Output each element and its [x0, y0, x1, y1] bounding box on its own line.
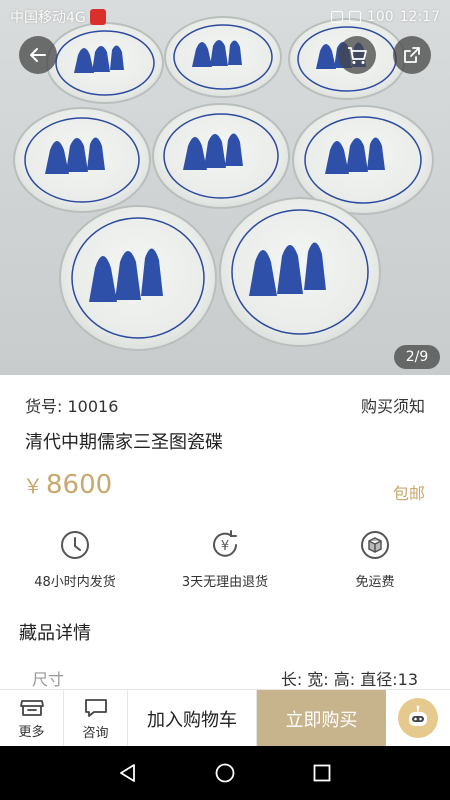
clock-icon [61, 531, 89, 559]
product-title: 清代中期儒家三圣图瓷碟 [25, 432, 223, 453]
more-button[interactable]: 更多 [0, 690, 64, 747]
nav-recents-icon[interactable] [311, 762, 333, 784]
service-label: 48小时内发货 [34, 575, 116, 590]
product-photo-gallery[interactable]: 中国移动4G 100 12:17 2/9 [0, 0, 450, 375]
service-label: 免运费 [355, 575, 395, 590]
purchase-notice-link[interactable]: 购买须知 [361, 393, 425, 417]
currency-symbol: ￥ [23, 474, 43, 498]
app-notification-icon [89, 9, 106, 25]
detail-value: 长: 宽: 高: 直径:13 [280, 670, 418, 689]
sku-row: 货号: 10016 购买须知 [25, 393, 425, 417]
svg-text:¥: ¥ [221, 539, 229, 554]
detail-row-size: 尺寸 长: 宽: 高: 直径:13 [32, 666, 418, 690]
box-icon [361, 531, 389, 559]
consult-button[interactable]: 咨询 [64, 690, 128, 747]
consult-label: 咨询 [82, 725, 109, 741]
assistant-button[interactable] [386, 690, 450, 746]
gallery-page-indicator: 2/9 [394, 345, 440, 369]
arrow-left-icon [30, 48, 46, 62]
nav-home-icon[interactable] [214, 762, 236, 784]
service-label: 3天无理由退货 [181, 575, 269, 590]
system-nav-bar [0, 746, 450, 800]
yuan-return-icon: ¥ [213, 530, 237, 557]
free-shipping-label: 包邮 [392, 484, 425, 503]
plate [59, 205, 217, 351]
product-detail-screen: 中国移动4G 100 12:17 2/9 货号: 10016 购买须知 清代中期… [0, 0, 450, 800]
wifi-icon [348, 11, 361, 23]
service-item-freight: 免运费 [300, 528, 450, 592]
chat-bubble-icon [84, 698, 107, 717]
product-image [13, 16, 434, 351]
plate [46, 22, 164, 104]
store-icon [19, 699, 44, 716]
robot-assistant-icon [398, 698, 438, 738]
share-icon [404, 47, 420, 63]
sku-label: 货号: 10016 [25, 397, 119, 416]
share-button[interactable] [393, 36, 431, 74]
service-guarantees: 48小时内发货 ¥ 3天无理由退货 免运费 [0, 528, 450, 592]
plate [219, 197, 381, 347]
back-button[interactable] [19, 36, 57, 74]
nav-back-icon[interactable] [117, 762, 139, 784]
plate [13, 107, 151, 213]
buy-now-button[interactable]: 立即购买 [257, 690, 386, 747]
carrier-label: 中国移动4G [10, 10, 86, 26]
plate [292, 105, 434, 215]
more-label: 更多 [18, 724, 45, 740]
price: ￥ 8600 [23, 470, 112, 500]
details-section-title: 藏品详情 [19, 623, 91, 644]
cart-button[interactable] [338, 36, 376, 74]
clock-time: 12:17 [399, 9, 440, 25]
status-bar: 中国移动4G 100 12:17 [0, 0, 450, 34]
cart-icon [348, 47, 367, 64]
bottom-action-bar: 更多 咨询 加入购物车 立即购买 [0, 689, 450, 747]
battery-level: 100 [366, 9, 394, 25]
add-to-cart-button[interactable]: 加入购物车 [128, 690, 257, 747]
service-item-shipping: 48小时内发货 [0, 528, 150, 592]
price-value: 8600 [46, 470, 113, 500]
service-item-return: ¥ 3天无理由退货 [150, 528, 300, 592]
detail-key: 尺寸 [32, 670, 65, 689]
signal-icon [330, 11, 343, 23]
plate [152, 103, 290, 209]
